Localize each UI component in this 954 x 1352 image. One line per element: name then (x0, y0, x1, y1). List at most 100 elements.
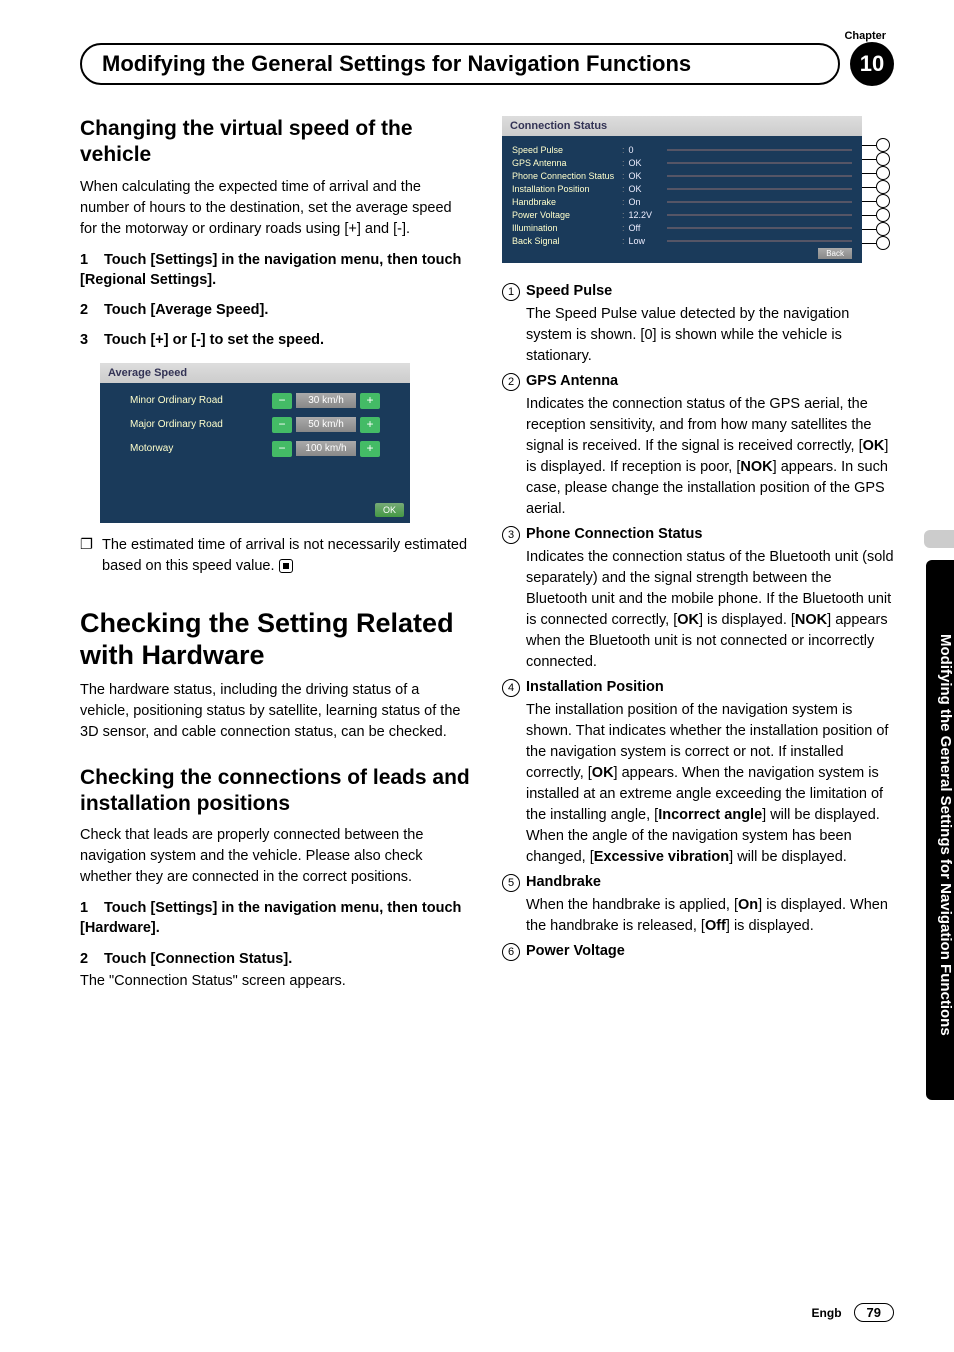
conn-label: Illumination (512, 223, 622, 233)
item-row: 2GPS Antenna (502, 371, 894, 392)
step-hw-1: 1Touch [Settings] in the navigation menu… (80, 898, 472, 939)
callout-number: 7 (876, 222, 890, 236)
item-title: Speed Pulse (526, 283, 612, 299)
conn-label: Speed Pulse (512, 145, 622, 155)
conn-value: OK (629, 184, 667, 194)
avg-speed-row: Motorway − 100 km/h + (130, 441, 380, 457)
heading-virtual-speed: Changing the virtual speed of the vehicl… (80, 116, 472, 169)
step-text: Touch [Average Speed]. (104, 302, 268, 318)
back-button[interactable]: Back (818, 248, 852, 259)
step-1: 1Touch [Settings] in the navigation menu… (80, 250, 472, 291)
item-number: 6 (502, 943, 520, 961)
conn-row: Speed Pulse:01 (512, 145, 852, 155)
stop-icon (279, 559, 293, 573)
minus-button[interactable]: − (272, 417, 292, 433)
avg-speed-title: Average Speed (100, 363, 410, 383)
step-sub-text: The "Connection Status" screen appears. (80, 971, 472, 992)
para-hardware: The hardware status, including the drivi… (80, 680, 472, 743)
avg-row-value: 50 km/h (296, 417, 356, 432)
plus-button[interactable]: + (360, 417, 380, 433)
avg-speed-row: Minor Ordinary Road − 30 km/h + (130, 393, 380, 409)
side-tab: Modifying the General Settings for Navig… (926, 560, 954, 1100)
item-desc: The Speed Pulse value detected by the na… (526, 304, 894, 367)
item-number: 1 (502, 283, 520, 301)
item-number: 3 (502, 526, 520, 544)
item-desc: The installation position of the navigat… (526, 700, 894, 868)
avg-speed-row: Major Ordinary Road − 50 km/h + (130, 417, 380, 433)
conn-row: Back Signal:Low8 (512, 236, 852, 246)
conn-row: Installation Position:OK4 (512, 184, 852, 194)
header-row: Modifying the General Settings for Navig… (80, 42, 894, 86)
step-2: 2Touch [Average Speed]. (80, 300, 472, 320)
minus-button[interactable]: − (272, 393, 292, 409)
minus-button[interactable]: − (272, 441, 292, 457)
footer-page-number: 79 (854, 1303, 894, 1322)
callout-number: 6 (876, 208, 890, 222)
chapter-label: Chapter (80, 30, 886, 42)
conn-row: Power Voltage:12.2V6 (512, 210, 852, 220)
ok-button[interactable]: OK (375, 503, 404, 517)
step-number: 1 (80, 250, 104, 270)
callout-number: 8 (876, 236, 890, 250)
para-virtual-speed: When calculating the expected time of ar… (80, 177, 472, 240)
avg-row-label: Major Ordinary Road (130, 419, 272, 430)
item-title: GPS Antenna (526, 373, 618, 389)
conn-value: On (629, 197, 667, 207)
avg-row-label: Minor Ordinary Road (130, 395, 272, 406)
step-number: 2 (80, 300, 104, 320)
item-title: Installation Position (526, 679, 664, 695)
conn-value: OK (629, 171, 667, 181)
conn-title: Connection Status (502, 116, 862, 136)
avg-row-value: 30 km/h (296, 393, 356, 408)
step-number: 1 (80, 898, 104, 918)
heading-checking-hardware: Checking the Setting Related with Hardwa… (80, 607, 472, 672)
conn-value: 12.2V (629, 210, 667, 220)
plus-button[interactable]: + (360, 393, 380, 409)
avg-row-value: 100 km/h (296, 441, 356, 456)
step-text: Touch [Connection Status]. (104, 951, 292, 967)
callout-number: 5 (876, 194, 890, 208)
conn-value: Low (629, 236, 667, 246)
conn-value: Off (629, 223, 667, 233)
conn-value: OK (629, 158, 667, 168)
bullet-icon: ❐ (80, 535, 102, 577)
item-row: 4 Installation Position (502, 677, 894, 698)
item-row: 6 Power Voltage (502, 941, 894, 962)
connection-status-screenshot: Connection Status Speed Pulse:01 GPS Ant… (502, 116, 862, 263)
step-text: Touch [Settings] in the navigation menu,… (80, 252, 461, 288)
item-row: 5Handbrake (502, 872, 894, 893)
conn-label: Installation Position (512, 184, 622, 194)
callout-number: 4 (876, 180, 890, 194)
step-number: 3 (80, 330, 104, 350)
plus-button[interactable]: + (360, 441, 380, 457)
heading-checking-connections: Checking the connections of leads and in… (80, 765, 472, 818)
note-bullet: ❐ The estimated time of arrival is not n… (80, 535, 472, 577)
right-column: Connection Status Speed Pulse:01 GPS Ant… (502, 116, 894, 1002)
step-number: 2 (80, 949, 104, 969)
conn-label: Handbrake (512, 197, 622, 207)
average-speed-screenshot: Average Speed Minor Ordinary Road − 30 k… (100, 363, 410, 523)
page-title: Modifying the General Settings for Navig… (80, 43, 840, 85)
item-title: Power Voltage (526, 943, 625, 959)
conn-value: 0 (629, 145, 667, 155)
item-row: 1 Speed Pulse (502, 281, 894, 302)
conn-label: GPS Antenna (512, 158, 622, 168)
item-desc: When the handbrake is applied, [On] is d… (526, 895, 894, 937)
chapter-number-badge: 10 (850, 42, 894, 86)
conn-row: Handbrake:On5 (512, 197, 852, 207)
callout-number: 2 (876, 152, 890, 166)
step-hw-2: 2Touch [Connection Status]. (80, 949, 472, 969)
item-desc: Indicates the connection status of the G… (526, 394, 894, 520)
item-desc: Indicates the connection status of the B… (526, 547, 894, 673)
conn-row: GPS Antenna:OK2 (512, 158, 852, 168)
para-connections: Check that leads are properly connected … (80, 825, 472, 888)
footer-lang: Engb (812, 1306, 842, 1320)
left-column: Changing the virtual speed of the vehicl… (80, 116, 472, 1002)
side-accent (924, 530, 954, 548)
item-row: 3 Phone Connection Status (502, 524, 894, 545)
avg-row-label: Motorway (130, 443, 272, 454)
item-title: Phone Connection Status (526, 526, 702, 542)
conn-row: Phone Connection Status:OK3 (512, 171, 852, 181)
item-number: 4 (502, 679, 520, 697)
step-3: 3Touch [+] or [-] to set the speed. (80, 330, 472, 350)
